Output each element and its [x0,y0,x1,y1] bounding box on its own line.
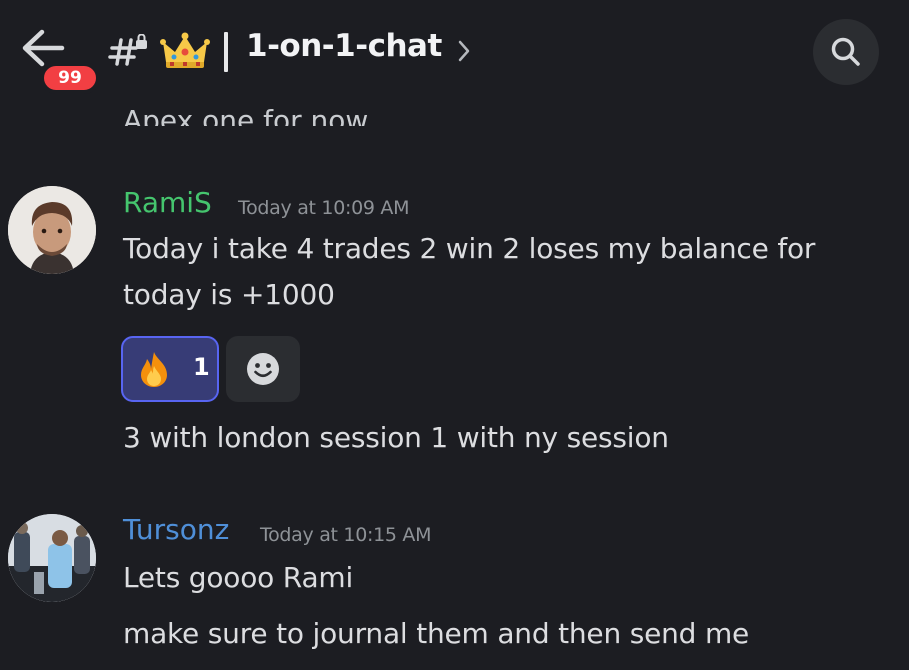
previous-message-cutoff: Apex one for now [123,104,369,126]
search-icon [831,37,860,66]
author-name-tursonz[interactable]: Tursonz [123,513,229,546]
reaction-fire[interactable]: 1 [121,336,219,402]
channel-name[interactable]: 1-on-1-chat [246,28,442,64]
message-text: make sure to journal them and then send … [123,617,750,650]
smiley-icon [247,353,279,385]
message-text: today is +1000 [123,278,335,311]
channel-hash-icon [108,34,147,66]
reaction-count: 1 [193,353,210,381]
avatar-tursonz[interactable] [8,514,96,602]
crown-icon [160,32,210,68]
channel-header: 99 1-on-1-chat [0,0,909,100]
add-reaction-button[interactable] [226,336,300,402]
rami-avatar-image [8,186,96,274]
timestamp-rami: Today at 10:09 AM [238,197,410,219]
message-text: Today i take 4 trades 2 win 2 loses my b… [123,232,816,265]
avatar-rami[interactable] [8,186,96,274]
message-text: 3 with london session 1 with ny session [123,421,669,454]
fire-icon [141,352,167,387]
timestamp-tursonz: Today at 10:15 AM [260,524,432,546]
header-divider [224,32,228,72]
message-text: Lets goooo Rami [123,561,354,594]
chevron-right-icon[interactable] [456,38,472,64]
notification-badge: 99 [40,62,100,94]
search-button[interactable] [813,19,879,85]
author-name-rami[interactable]: RamiS [123,186,212,219]
tursonz-avatar-image [8,514,96,602]
